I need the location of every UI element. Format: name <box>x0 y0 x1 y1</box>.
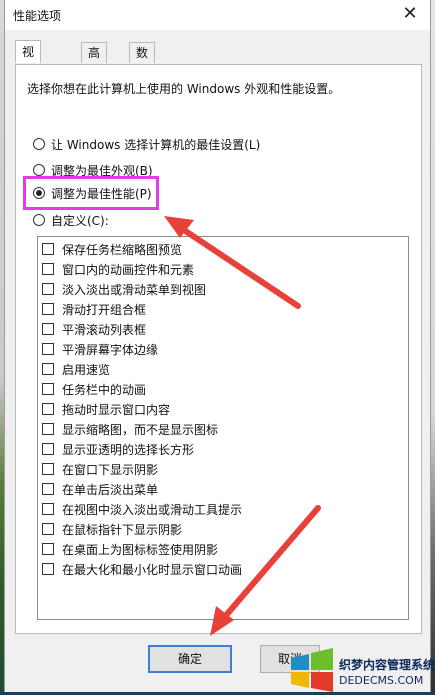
watermark-url: DEDECMS.COM <box>339 674 424 687</box>
arrow-to-best-performance <box>164 216 301 309</box>
arrow-to-ok-button <box>210 505 321 636</box>
annotation-arrows <box>164 216 321 636</box>
watermark-name: 织梦内容管理系统 <box>339 658 435 672</box>
watermark-logo: 织梦内容管理系统 DEDECMS.COM <box>285 636 435 692</box>
